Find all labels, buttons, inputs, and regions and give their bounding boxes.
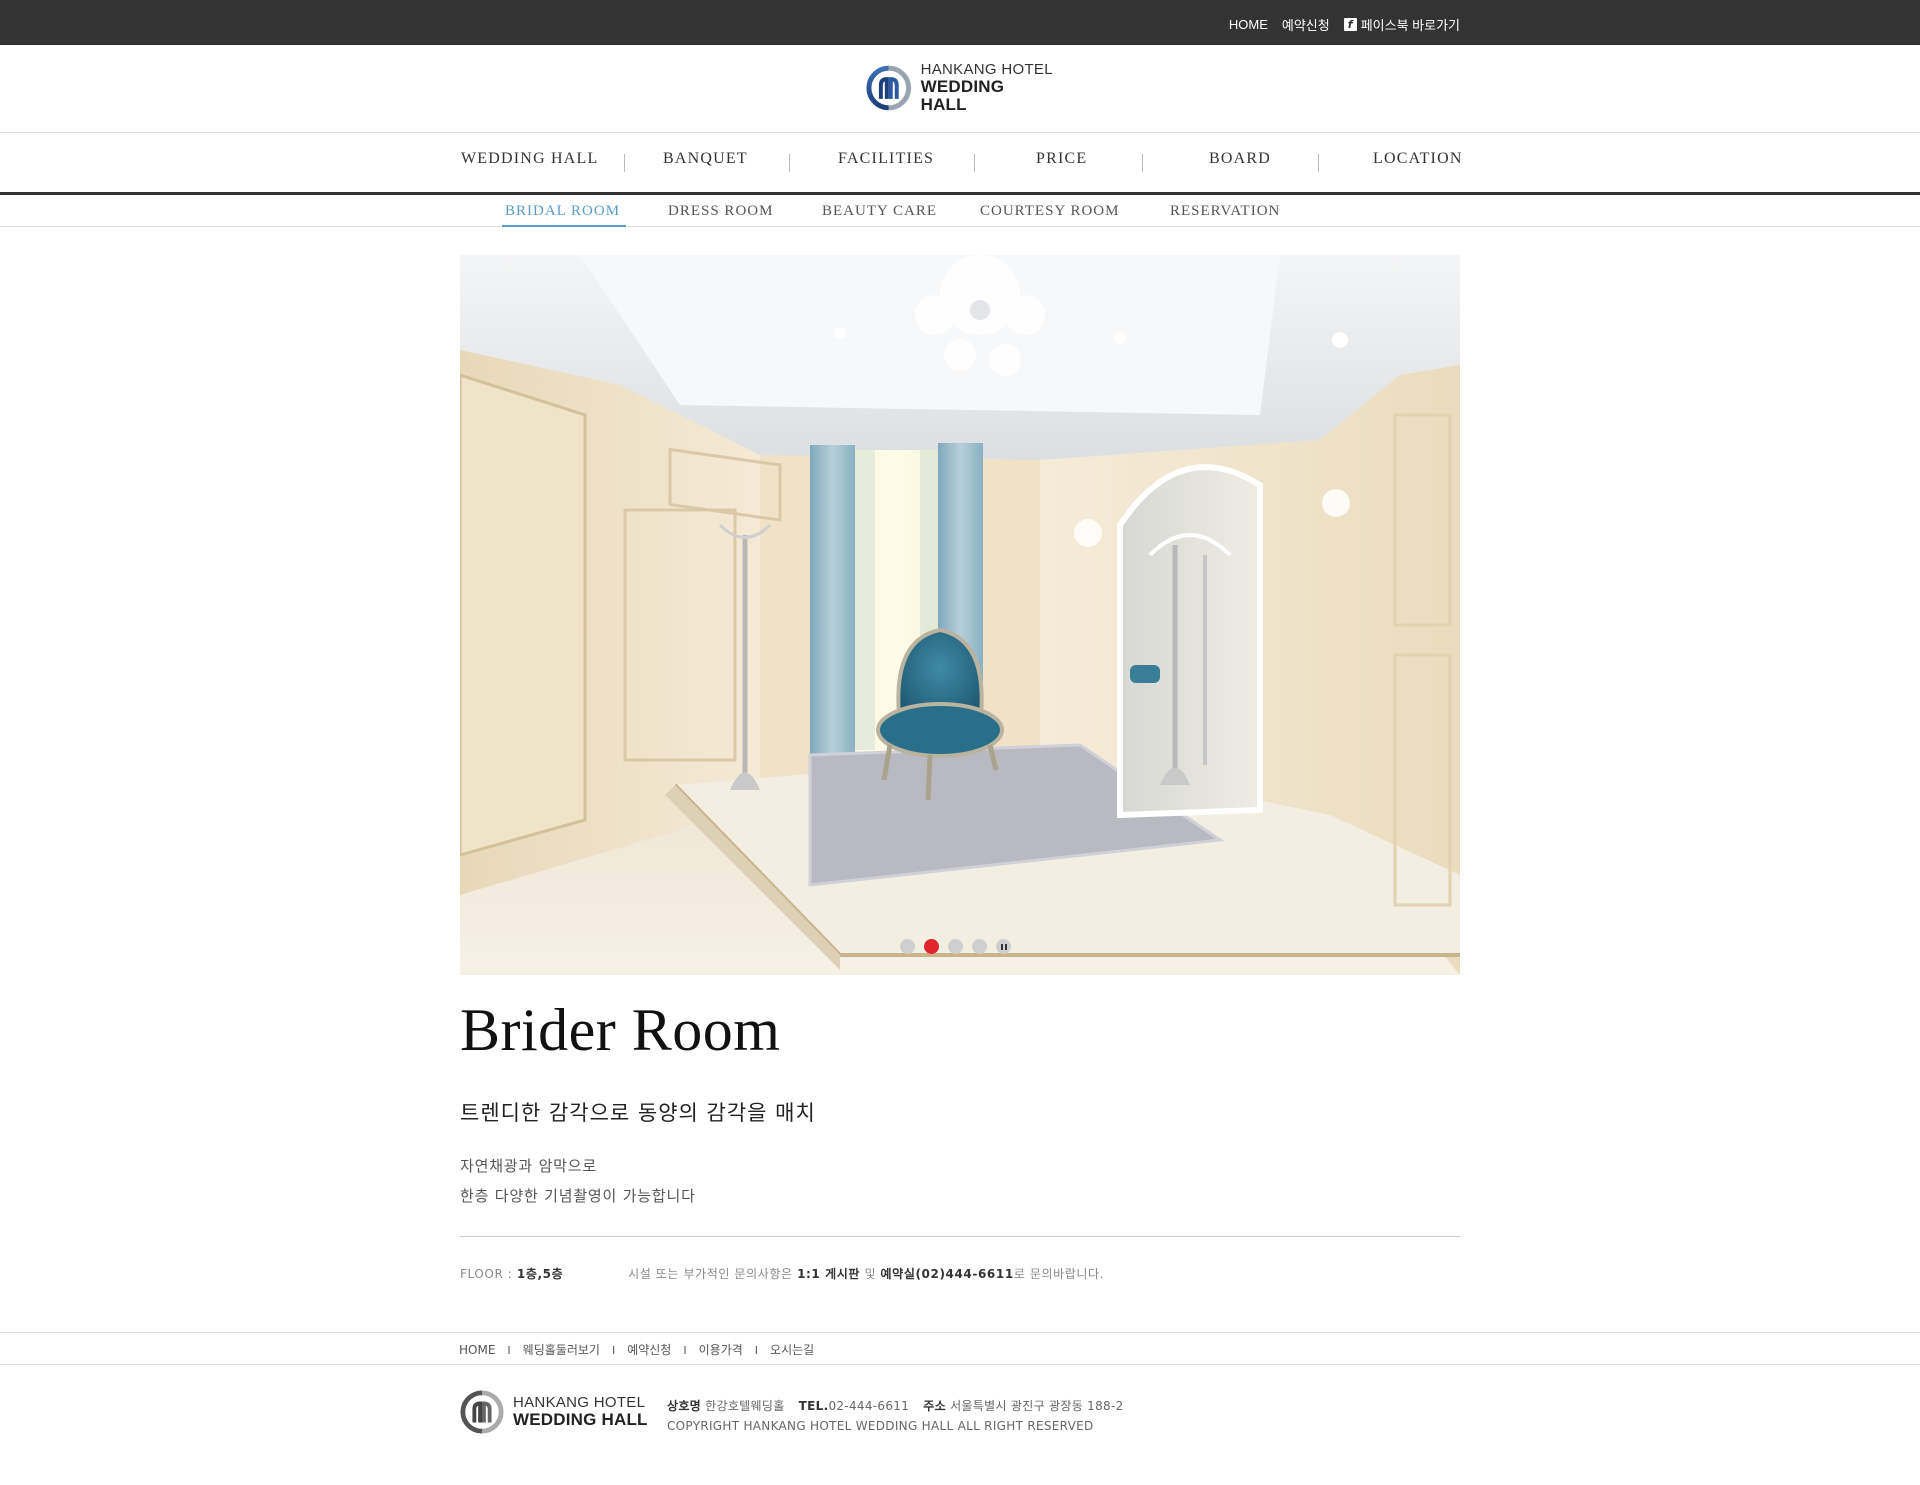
address-label: 주소: [923, 1399, 946, 1413]
content-divider: [460, 1236, 1460, 1237]
main-nav: WEDDING HALL BANQUET FACILITIES PRICE BO…: [460, 150, 1463, 180]
footer-home-link[interactable]: HOME: [459, 1343, 495, 1357]
slider-dot[interactable]: [900, 939, 915, 954]
sub-nav: BRIDAL ROOM DRESS ROOM BEAUTY CARE COURT…: [0, 195, 1920, 227]
site-logo[interactable]: HANKANG HOTEL WEDDING HALL: [866, 62, 1054, 113]
subnav-dress-room[interactable]: DRESS ROOM: [668, 203, 773, 220]
logo-line-2: WEDDING HALL: [920, 77, 1005, 114]
footer-company-info: 상호명 한강호텔웨딩홀 TEL.02-444-6611 주소 서울특별시 광진구…: [667, 1396, 1124, 1436]
page-subtitle: 트렌디한 감각으로 동양의 감각을 매치: [460, 1101, 816, 1125]
inquiry-board: 1:1 게시판: [797, 1267, 861, 1281]
hotel-logo-icon: [866, 65, 912, 111]
footer-wedding-tour-link[interactable]: 웨딩홀둘러보기: [523, 1343, 600, 1357]
nav-separator: [789, 154, 790, 172]
tel-value: 02-444-6611: [828, 1399, 910, 1413]
inquiry-text-post: 로 문의바랍니다.: [1013, 1267, 1105, 1281]
subnav-reservation[interactable]: RESERVATION: [1170, 203, 1280, 220]
nav-banquet[interactable]: BANQUET: [663, 150, 748, 168]
nav-separator: [1318, 154, 1319, 172]
slider-pause-button[interactable]: [996, 939, 1011, 954]
pause-icon: [1000, 943, 1003, 950]
header-divider: [0, 132, 1920, 133]
footer-logo-text: HANKANG HOTEL WEDDING HALL: [513, 1395, 648, 1429]
top-bar: HOME 예약신청 f 페이스북 바로가기: [0, 0, 1920, 45]
copyright: COPYRIGHT HANKANG HOTEL WEDDING HALL ALL…: [667, 1419, 1094, 1433]
nav-separator: [1142, 154, 1143, 172]
inquiry-phone: 예약실(02)444-6611: [880, 1267, 1014, 1281]
slider-dot[interactable]: [948, 939, 963, 954]
pause-icon: [1004, 943, 1007, 950]
description-line-1: 자연채광과 암막으로: [460, 1157, 597, 1175]
footer-divider-top: [0, 1332, 1920, 1333]
nav-separator: [624, 154, 625, 172]
logo-text: HANKANG HOTEL WEDDING HALL: [921, 62, 1054, 113]
facebook-link-label: 페이스북 바로가기: [1360, 18, 1460, 33]
floor-label: FLOOR :: [460, 1267, 513, 1281]
footer-separator: I: [683, 1344, 687, 1357]
nav-price[interactable]: PRICE: [1036, 150, 1087, 168]
footer-logo: HANKANG HOTEL WEDDING HALL: [460, 1390, 648, 1434]
bridal-room-photo: [460, 255, 1460, 975]
slider-dot[interactable]: [972, 939, 987, 954]
nav-separator: [974, 154, 975, 172]
footer-contact-line: 상호명 한강호텔웨딩홀 TEL.02-444-6611 주소 서울특별시 광진구…: [667, 1396, 1124, 1416]
footer-divider-bottom: [0, 1364, 1920, 1365]
footer-logo-line-2: WEDDING HALL: [513, 1409, 648, 1429]
description-line-2: 한층 다양한 기념촬영이 가능합니다: [460, 1187, 696, 1205]
logo-line-1: HANKANG HOTEL: [920, 61, 1053, 79]
subnav-active-indicator: [502, 225, 626, 227]
footer-nav: HOME I 웨딩홀둘러보기 I 예약신청 I 이용가격 I 오시는길: [459, 1341, 814, 1358]
room-info: FLOOR : 1층,5층 시설 또는 부가적인 문의사항은 1:1 게시판 및…: [460, 1265, 1104, 1282]
footer-reservation-link[interactable]: 예약신청: [627, 1343, 671, 1357]
footer-separator: I: [507, 1344, 511, 1357]
page-title: Brider Room: [460, 997, 781, 1063]
inquiry-text-pre: 시설 또는 부가적인 문의사항은: [628, 1267, 793, 1281]
subnav-bridal-room[interactable]: BRIDAL ROOM: [505, 203, 620, 220]
company-label: 상호명: [667, 1399, 702, 1413]
footer-separator: I: [754, 1344, 759, 1357]
footer-logo-icon: [460, 1390, 504, 1434]
address-value: 서울특별시 광진구 광장동 188-2: [950, 1399, 1124, 1413]
nav-wedding-hall[interactable]: WEDDING HALL: [461, 150, 598, 168]
footer-separator: I: [611, 1344, 616, 1357]
inquiry-and: 및: [864, 1267, 877, 1281]
company-value: 한강호텔웨딩홀: [705, 1399, 785, 1413]
slider-dot-active[interactable]: [924, 939, 939, 954]
facebook-icon: f: [1343, 18, 1357, 31]
floor-value: 1층,5층: [516, 1267, 564, 1281]
nav-board[interactable]: BOARD: [1209, 150, 1271, 168]
bridal-room-illustration: [460, 255, 1460, 975]
subnav-beauty-care[interactable]: BEAUTY CARE: [822, 203, 937, 220]
top-home-link[interactable]: HOME: [1229, 17, 1268, 32]
subnav-courtesy-room[interactable]: COURTESY ROOM: [980, 203, 1119, 220]
top-links: HOME 예약신청 f 페이스북 바로가기: [1215, 15, 1460, 34]
slider-pagination: [900, 939, 1011, 954]
page-description: 자연채광과 암막으로 한층 다양한 기념촬영이 가능합니다: [460, 1151, 696, 1211]
footer-logo-line-1: HANKANG HOTEL: [513, 1394, 646, 1412]
nav-facilities[interactable]: FACILITIES: [838, 150, 934, 168]
footer-location-link[interactable]: 오시는길: [770, 1343, 814, 1357]
top-reservation-link[interactable]: 예약신청: [1282, 15, 1330, 34]
footer-price-link[interactable]: 이용가격: [699, 1343, 743, 1357]
facebook-link[interactable]: f 페이스북 바로가기: [1343, 15, 1460, 34]
nav-location[interactable]: LOCATION: [1373, 150, 1463, 168]
tel-label: TEL.: [798, 1399, 829, 1413]
